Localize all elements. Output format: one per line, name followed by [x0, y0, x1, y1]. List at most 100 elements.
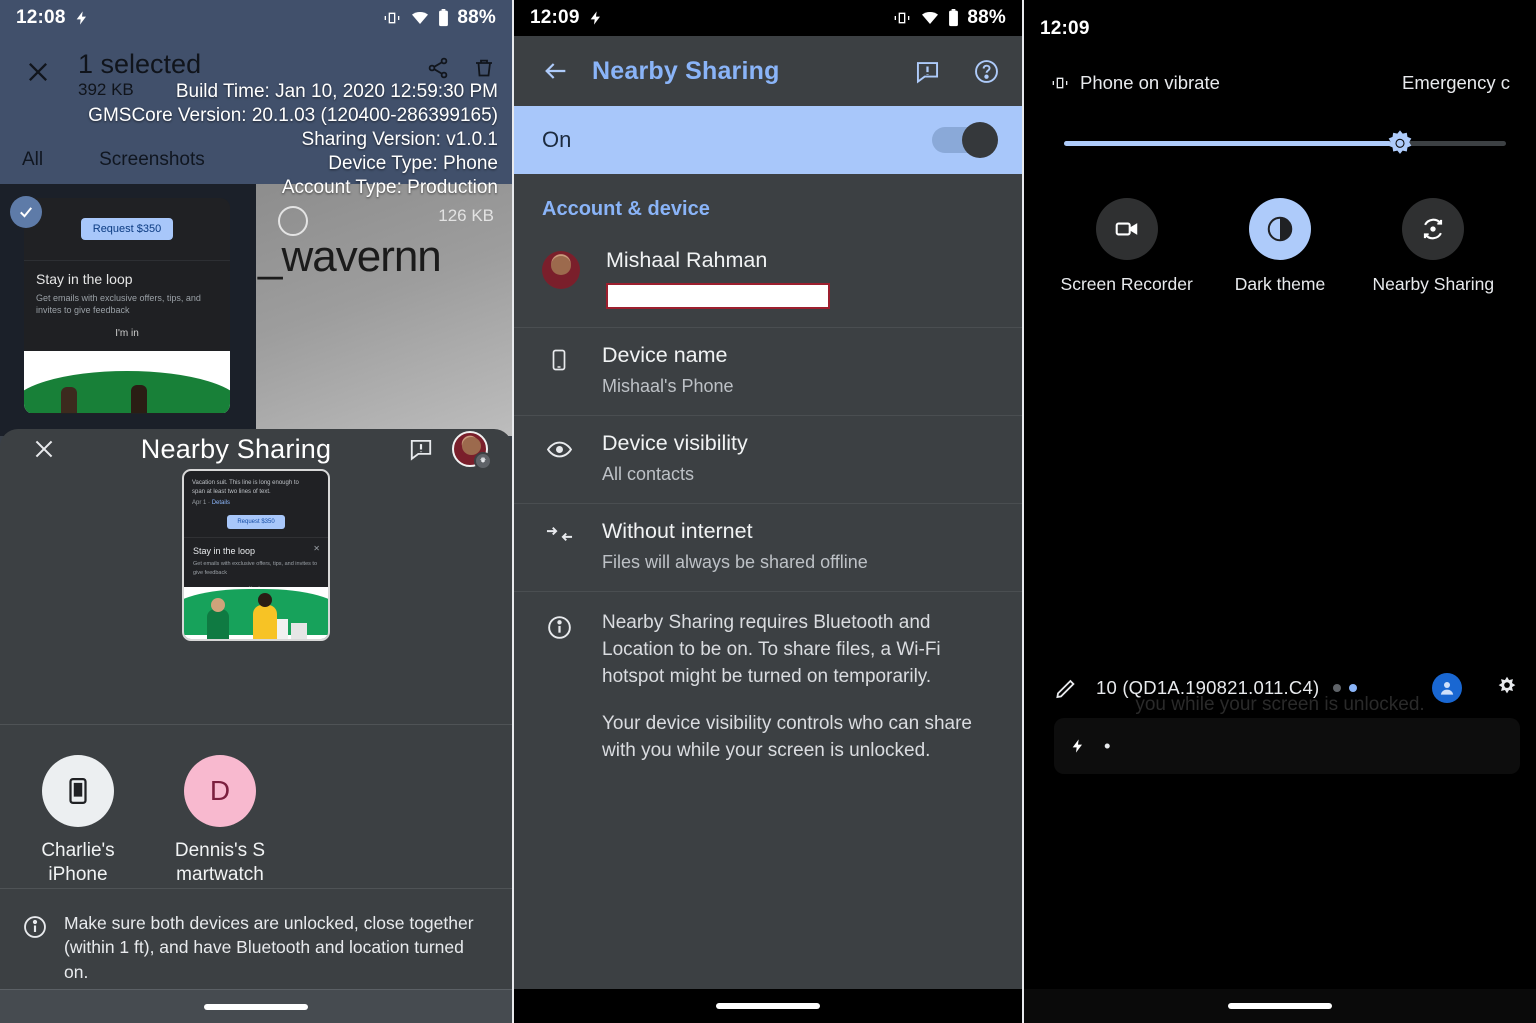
device-item[interactable]: Charlie's iPhone: [26, 755, 130, 888]
status-time: 12:09: [530, 7, 580, 28]
ringer-status-row: Phone on vibrate Emergency c: [1050, 72, 1510, 94]
device-name: Dennis's S martwatch: [174, 840, 266, 886]
slider-fill: [1064, 141, 1392, 146]
mini-card-illustration: [24, 351, 230, 414]
brightness-slider[interactable]: [1064, 130, 1506, 158]
thumbnail-item-selected[interactable]: Request $350 Stay in the loop Get emails…: [0, 184, 256, 436]
mini-card-button: Request $350: [80, 218, 174, 240]
user-icon[interactable]: [1432, 673, 1462, 703]
device-item[interactable]: D Dennis's S martwatch: [168, 755, 272, 888]
quick-settings-footer: 10 (QD1A.190821.011.C4): [1054, 660, 1520, 716]
preview-date-link: Details: [211, 500, 231, 507]
section-title: Account & device: [542, 198, 710, 220]
row-subtitle: Mishaal's Phone: [602, 375, 734, 396]
gear-icon[interactable]: [474, 452, 492, 470]
battery-percent: 88%: [457, 7, 496, 28]
gear-icon[interactable]: [1494, 675, 1520, 701]
status-time: 12:08: [16, 7, 66, 28]
row-title: Device visibility: [602, 430, 748, 455]
status-bar-panel1: 12:08 88%: [0, 0, 512, 36]
home-pill[interactable]: [716, 1003, 820, 1009]
status-bar-panel3: 12:09: [1024, 0, 1536, 62]
nearby-sharing-toggle-row[interactable]: On: [514, 106, 1022, 174]
page-title: Nearby Sharing: [592, 56, 780, 85]
account-name: Mishaal Rahman: [606, 248, 768, 272]
selected-size: 392 KB: [78, 80, 134, 100]
selected-count: 1 selected: [78, 49, 202, 79]
emergency-call-label[interactable]: Emergency c: [1402, 72, 1510, 94]
gesture-bar[interactable]: [0, 989, 512, 1023]
thumbnail-size: 126 KB: [438, 206, 494, 225]
tile-dark-theme[interactable]: Dark theme: [1203, 198, 1356, 295]
eye-icon: [542, 430, 576, 463]
page-dot[interactable]: [1333, 684, 1342, 692]
tile-nearby-sharing[interactable]: Nearby Sharing: [1357, 198, 1510, 295]
tile-label: Nearby Sharing: [1372, 274, 1495, 294]
back-arrow-icon[interactable]: [536, 57, 576, 85]
video-camera-icon: [1095, 198, 1158, 260]
sheet-file-preview: Vacation suit. This line is long enough …: [0, 469, 512, 724]
gesture-bar[interactable]: [1024, 989, 1536, 1023]
brightness-icon[interactable]: [1384, 128, 1416, 160]
share-icon[interactable]: [426, 56, 450, 80]
battery-icon: [438, 9, 449, 27]
mini-card-heading: Stay in the loop: [36, 271, 133, 287]
battery-percent: 88%: [967, 7, 1006, 28]
phone-icon: [542, 342, 576, 372]
settings-row-account[interactable]: Mishaal Rahman: [514, 233, 1022, 327]
tab-screenshots[interactable]: Screenshots: [99, 149, 205, 171]
nearby-sharing-sheet: Nearby Sharing Vacation suit. This line …: [0, 429, 512, 1023]
thumbnail-preview-card: Request $350 Stay in the loop Get emails…: [24, 198, 230, 414]
feedback-icon[interactable]: [914, 58, 941, 85]
selection-circle-icon[interactable]: [278, 206, 308, 236]
mini-card-cta: I'm in: [115, 328, 139, 340]
panel-quick-settings: 12:09 Phone on vibrate Emergency c Scree…: [1024, 0, 1536, 1023]
toggle-knob: [962, 122, 998, 158]
bolt-icon: [74, 8, 90, 28]
vibrate-icon[interactable]: [1050, 75, 1070, 91]
sheet-footer-text: Make sure both devices are unlocked, clo…: [64, 912, 474, 983]
tab-all[interactable]: All: [22, 149, 43, 171]
three-panel-screenshot: 12:08 88% 1 selected 392 KB Build Time: …: [0, 0, 1536, 1023]
help-icon[interactable]: [973, 58, 1000, 85]
info-icon: [542, 610, 576, 765]
preview-line-1: Vacation suit. This line is long enough …: [192, 480, 299, 486]
settings-row-without-internet[interactable]: Without internet Files will always be sh…: [514, 502, 1022, 591]
page-dot-active[interactable]: [1349, 684, 1358, 692]
close-icon[interactable]: [24, 429, 64, 469]
shade-dot: •: [1104, 735, 1111, 756]
close-icon[interactable]: [16, 50, 60, 94]
avatar[interactable]: [452, 431, 492, 470]
pencil-icon[interactable]: [1054, 676, 1078, 700]
delete-icon[interactable]: [472, 56, 496, 80]
settings-row-device-name[interactable]: Device name Mishaal's Phone: [514, 326, 1022, 415]
bolt-icon: [1070, 735, 1086, 757]
build-number: 10 (QD1A.190821.011.C4): [1096, 677, 1320, 698]
preview-body: Get emails with exclusive offers, tips, …: [193, 561, 318, 576]
preview-date: Apr 1: [192, 500, 207, 507]
phone-icon: [42, 755, 114, 827]
preview-button: Request $350: [227, 515, 285, 530]
toggle-label: On: [542, 127, 572, 152]
home-pill[interactable]: [1228, 1003, 1332, 1009]
tile-screen-recorder[interactable]: Screen Recorder: [1050, 198, 1203, 295]
account-avatar: [542, 247, 580, 289]
vibrate-icon: [382, 10, 402, 26]
redacted-email-field: [606, 282, 830, 309]
checkmark-icon[interactable]: [10, 196, 42, 228]
nearby-share-icon: [1402, 198, 1465, 260]
device-initial-avatar: D: [184, 755, 256, 827]
debug-line-gmscore: GMSCore Version: 20.1.03 (120400-2863991…: [88, 104, 498, 126]
preview-illustration: [184, 587, 328, 639]
sheet-header: Nearby Sharing: [0, 429, 512, 470]
toggle-switch[interactable]: [932, 122, 998, 158]
settings-row-device-visibility[interactable]: Device visibility All contacts: [514, 414, 1022, 503]
gesture-bar[interactable]: [514, 989, 1022, 1023]
contrast-circle-icon: [1248, 198, 1311, 260]
thumbnail-item-unselected[interactable]: 126 KB _wavernn: [256, 184, 512, 436]
feedback-icon[interactable]: [408, 436, 434, 462]
info-block: Nearby Sharing requires Bluetooth and Lo…: [514, 590, 1022, 765]
panel2-app-bar: Nearby Sharing: [514, 36, 1022, 106]
page-indicator: [1333, 684, 1358, 692]
home-pill[interactable]: [204, 1003, 308, 1010]
